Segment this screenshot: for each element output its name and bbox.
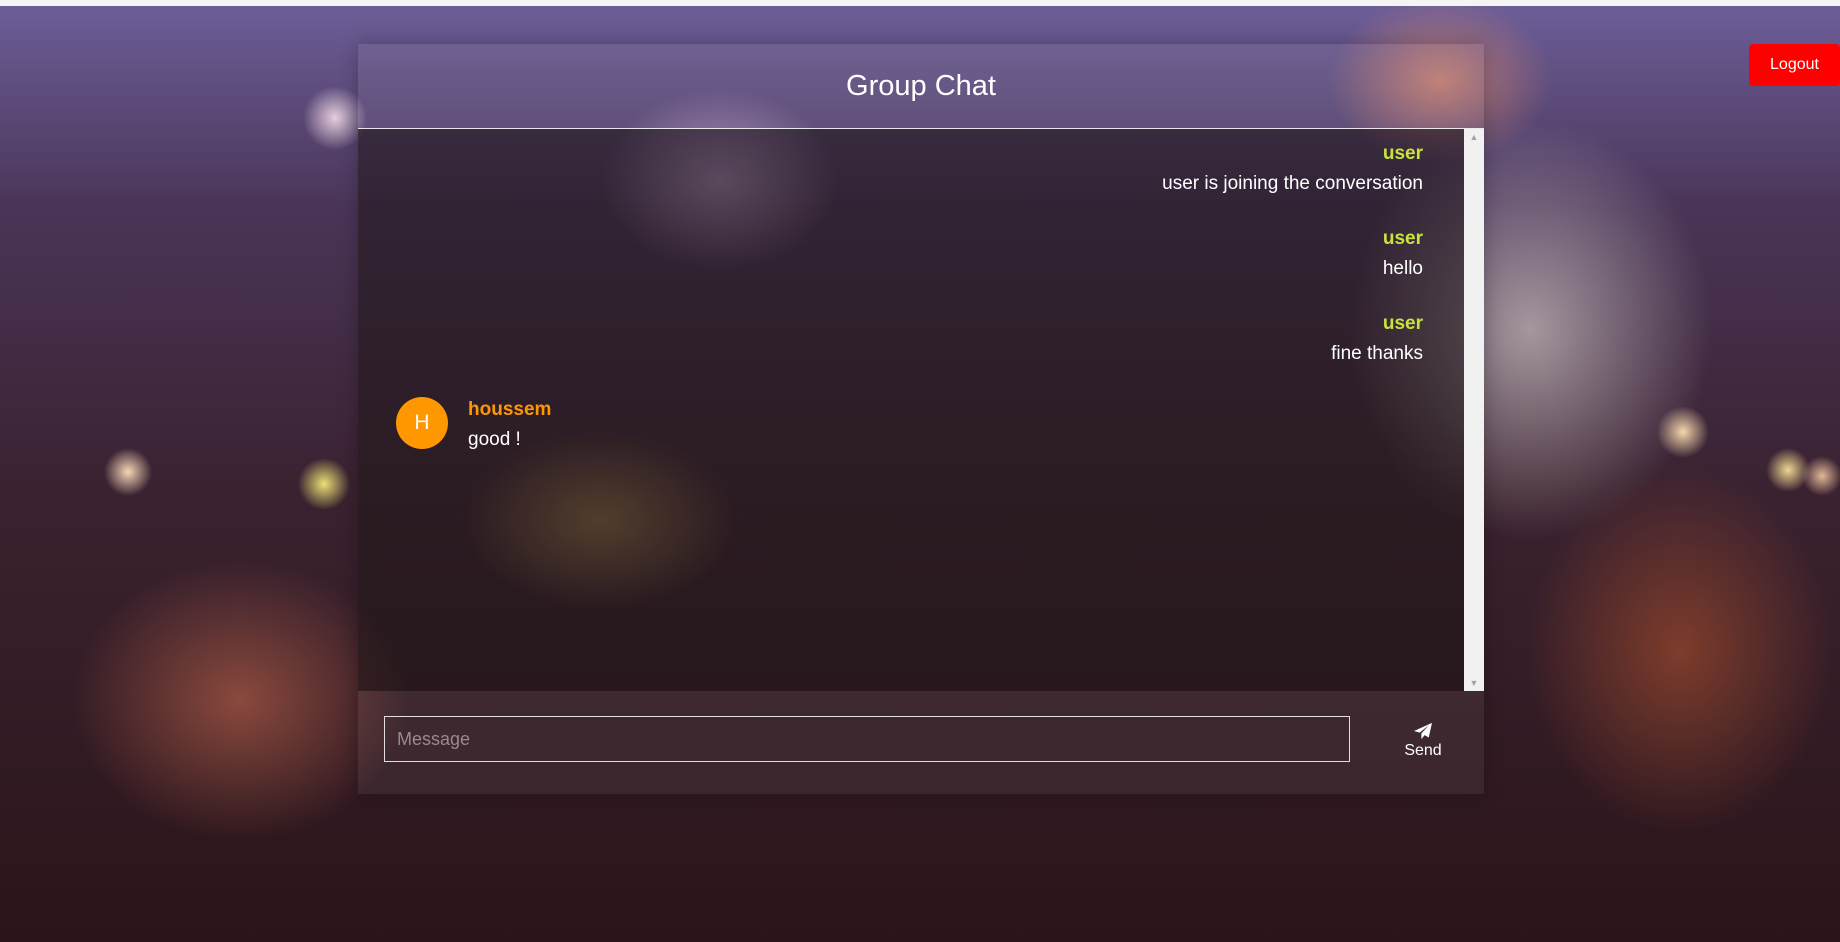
avatar: H [396,397,448,449]
chat-header: Group Chat [358,44,1484,129]
send-button[interactable]: Send [1378,716,1468,766]
message-sender: user [1382,228,1423,249]
chat-message: user fine thanks [1331,313,1423,365]
message-sender: user [1382,313,1423,334]
message-body: houssem good ! [468,399,551,451]
scrollbar[interactable]: ▲ ▼ [1464,129,1484,691]
chat-panel: Group Chat user user is joining the conv… [358,44,1484,794]
message-composer: Send [358,691,1484,794]
messages-area: user user is joining the conversation us… [358,129,1484,691]
message-sender: user [1382,143,1423,164]
chat-title: Group Chat [846,69,996,102]
chat-message: user hello [1383,228,1423,280]
chat-message: H houssem good ! [396,397,551,451]
message-sender: houssem [468,399,552,420]
message-text: fine thanks [1331,343,1423,364]
message-list: user user is joining the conversation us… [358,129,1464,691]
top-strip [0,0,1840,6]
message-input[interactable] [384,716,1350,762]
chat-message: user user is joining the conversation [1162,143,1423,195]
send-label: Send [1404,742,1442,759]
message-text: hello [1382,258,1423,279]
paper-plane-icon [1414,722,1432,740]
scroll-down-icon[interactable]: ▼ [1464,675,1484,691]
scroll-up-icon[interactable]: ▲ [1464,129,1484,145]
message-text: good ! [468,429,521,450]
message-text: user is joining the conversation [1162,173,1423,194]
logout-button[interactable]: Logout [1749,44,1840,86]
